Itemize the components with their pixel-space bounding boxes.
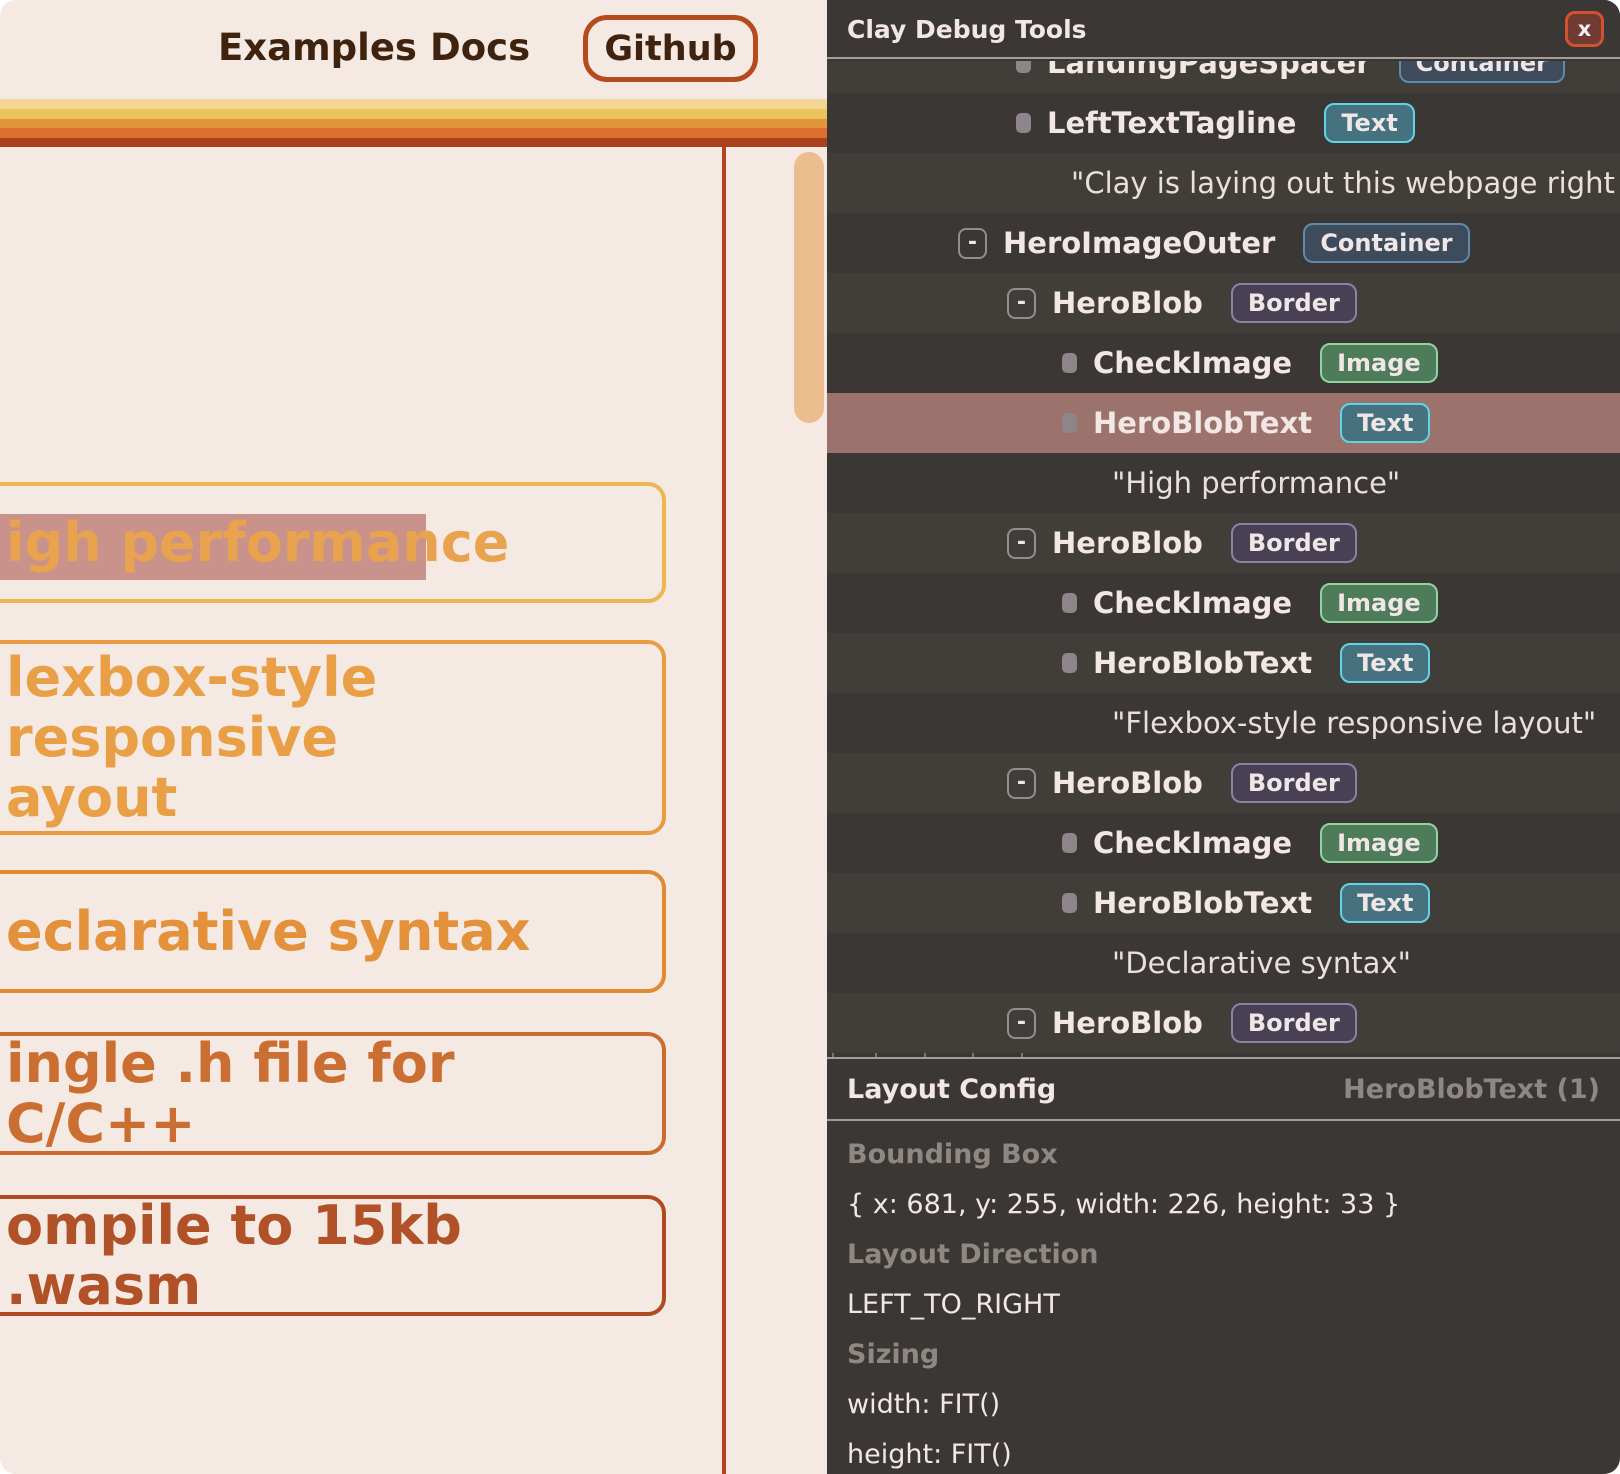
config-field-label: Layout Direction xyxy=(847,1230,1607,1280)
node-type-badge: Border xyxy=(1231,1003,1357,1043)
leaf-bullet-icon xyxy=(1062,353,1077,373)
tree-text-preview-row[interactable]: "Declarative syntax" xyxy=(827,933,1620,993)
node-name: CheckImage xyxy=(1093,586,1292,620)
tree-node-row[interactable]: HeroBlobText Text xyxy=(827,873,1620,933)
config-field-label: Sizing xyxy=(847,1330,1607,1380)
leaf-bullet-icon xyxy=(1062,653,1077,673)
collapse-button[interactable]: - xyxy=(1007,528,1036,559)
tree-node-row[interactable]: -HeroBlob Border xyxy=(827,273,1620,333)
debug-panel-title: Clay Debug Tools xyxy=(847,15,1087,44)
leaf-bullet-icon xyxy=(1062,593,1077,613)
feature-box-wasm: ompile to 15kb .wasm xyxy=(0,1195,666,1316)
node-name: HeroBlob xyxy=(1052,766,1203,800)
landing-page: Examples Docs Github igh performance lex… xyxy=(0,0,827,1474)
close-icon[interactable]: x xyxy=(1565,11,1604,47)
element-tree: LandingPageSpacer Container LeftTextTaglin… xyxy=(827,61,1620,1057)
node-type-badge: Border xyxy=(1231,763,1357,803)
node-type-badge: Text xyxy=(1340,403,1430,443)
node-name: HeroBlobText xyxy=(1093,886,1312,920)
feature-box-high-performance: igh performance xyxy=(0,482,666,603)
leaf-bullet-icon xyxy=(1062,413,1077,433)
node-type-badge: Container xyxy=(1399,61,1565,83)
tree-node-row[interactable]: CheckImage Image xyxy=(827,573,1620,633)
node-name: LandingPageSpacer xyxy=(1047,61,1371,80)
layout-config-title: Layout Config xyxy=(847,1074,1056,1105)
node-name: HeroBlobText xyxy=(1093,646,1312,680)
section-divider xyxy=(827,1119,1620,1121)
page-section-divider xyxy=(722,147,726,1474)
node-type-badge: Text xyxy=(1340,883,1430,923)
rainbow-divider xyxy=(0,99,827,147)
app-window: Examples Docs Github igh performance lex… xyxy=(0,0,1620,1474)
leaf-bullet-icon xyxy=(1016,113,1031,133)
collapse-button[interactable]: - xyxy=(1007,768,1036,799)
section-divider xyxy=(827,1057,1620,1059)
feature-text: eclarative syntax xyxy=(6,902,662,962)
tree-node-row[interactable]: -HeroBlob Border xyxy=(827,513,1620,573)
node-type-badge: Border xyxy=(1231,523,1357,563)
node-type-badge: Image xyxy=(1320,823,1438,863)
node-name: HeroBlob xyxy=(1052,526,1203,560)
node-name: CheckImage xyxy=(1093,346,1292,380)
tree-node-row[interactable]: -HeroImageOuter Container xyxy=(827,213,1620,273)
feature-text: ingle .h file for C/C++ xyxy=(6,1034,662,1154)
node-text-preview: "Clay is laying out this webpage right n… xyxy=(1071,166,1620,200)
node-name: CheckImage xyxy=(1093,826,1292,860)
tree-text-preview-row[interactable]: "Flexbox-style responsive layout" xyxy=(827,693,1620,753)
collapse-button[interactable]: - xyxy=(958,228,987,259)
leaf-bullet-icon xyxy=(1016,61,1031,73)
collapse-button[interactable]: - xyxy=(1007,288,1036,319)
node-type-badge: Text xyxy=(1324,103,1414,143)
github-button[interactable]: Github xyxy=(583,15,758,82)
feature-text: igh performance xyxy=(6,513,662,573)
leaf-bullet-icon xyxy=(1062,833,1077,853)
tree-node-row[interactable]: -HeroBlob Border xyxy=(827,993,1620,1053)
node-name: HeroBlob xyxy=(1052,286,1203,320)
layout-config-details: Bounding Box{ x: 681, y: 255, width: 226… xyxy=(847,1121,1607,1474)
node-type-badge: Border xyxy=(1231,283,1357,323)
feature-box-flexbox-layout: lexbox-style responsive ayout xyxy=(0,640,666,835)
nav-link-examples[interactable]: Examples xyxy=(218,26,417,69)
tree-node-row[interactable]: HeroBlobText Text xyxy=(827,633,1620,693)
tree-node-row[interactable]: CheckImage Image xyxy=(827,333,1620,393)
feature-box-single-header: ingle .h file for C/C++ xyxy=(0,1032,666,1155)
selected-element-label: HeroBlobText (1) xyxy=(1343,1074,1600,1105)
nav-link-docs[interactable]: Docs xyxy=(430,26,530,69)
node-text-preview: "Flexbox-style responsive layout" xyxy=(1112,706,1596,740)
feature-text: lexbox-style responsive ayout xyxy=(6,648,662,828)
node-type-badge: Container xyxy=(1303,223,1469,263)
clay-debug-panel: Clay Debug Tools x LandingPageSpacer Cont… xyxy=(827,0,1620,1474)
top-navbar: Examples Docs Github xyxy=(0,0,827,99)
feature-box-declarative-syntax: eclarative syntax xyxy=(0,870,666,993)
debug-panel-titlebar: Clay Debug Tools xyxy=(827,0,1620,59)
config-field-value: LEFT_TO_RIGHT xyxy=(847,1280,1607,1330)
node-name: HeroBlobText xyxy=(1093,406,1312,440)
node-text-preview: "Declarative syntax" xyxy=(1112,946,1411,980)
layout-config-header: Layout Config HeroBlobText (1) xyxy=(827,1059,1620,1119)
config-field-value: height: FIT() xyxy=(847,1430,1607,1474)
node-text-preview: "High performance" xyxy=(1112,466,1400,500)
scrollbar-thumb[interactable] xyxy=(794,152,824,423)
config-field-label: Bounding Box xyxy=(847,1130,1607,1180)
tree-node-row[interactable]: CheckImage Image xyxy=(827,813,1620,873)
node-type-badge: Text xyxy=(1340,643,1430,683)
node-name: HeroImageOuter xyxy=(1003,226,1275,260)
node-type-badge: Image xyxy=(1320,343,1438,383)
tree-text-preview-row[interactable]: "High performance" xyxy=(827,453,1620,513)
feature-text: ompile to 15kb .wasm xyxy=(6,1196,662,1316)
tree-node-row[interactable]: -HeroBlob Border xyxy=(827,753,1620,813)
node-name: HeroBlob xyxy=(1052,1006,1203,1040)
leaf-bullet-icon xyxy=(1062,893,1077,913)
config-field-value: { x: 681, y: 255, width: 226, height: 33… xyxy=(847,1180,1607,1230)
tree-node-row[interactable]: LeftTextTagline Text xyxy=(827,93,1620,153)
config-field-value: width: FIT() xyxy=(847,1380,1607,1430)
tree-text-preview-row[interactable]: "Clay is laying out this webpage right n… xyxy=(827,153,1620,213)
node-name: LeftTextTagline xyxy=(1047,106,1296,140)
node-type-badge: Image xyxy=(1320,583,1438,623)
tree-node-row[interactable]: LandingPageSpacer Container xyxy=(827,61,1620,93)
tree-node-row[interactable]: HeroBlobText Text xyxy=(827,393,1620,453)
collapse-button[interactable]: - xyxy=(1007,1008,1036,1039)
